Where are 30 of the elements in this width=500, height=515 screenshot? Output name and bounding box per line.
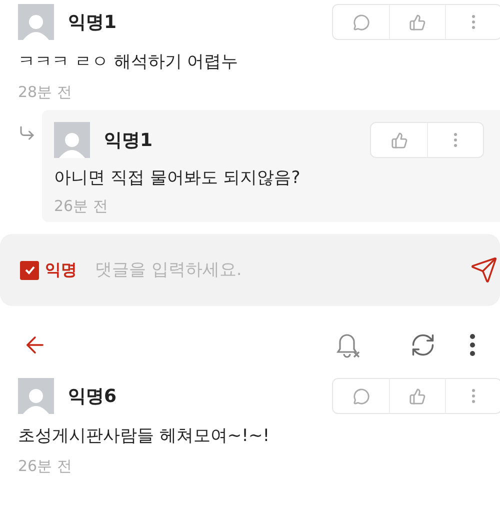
- more-icon: [470, 334, 475, 356]
- anonymous-label: 익명: [45, 260, 77, 280]
- avatar-icon: [59, 130, 85, 158]
- refresh-icon: [410, 332, 436, 358]
- refresh-button[interactable]: [410, 332, 436, 358]
- comment-time: 28분 전: [18, 83, 73, 102]
- send-icon: [470, 256, 498, 284]
- speech-bubble-icon: [352, 388, 370, 404]
- thumbs-up-icon: [409, 14, 426, 30]
- anonymous-checkbox[interactable]: [20, 260, 39, 280]
- comment-text: ㅋㅋㅋ ㄹㅇ 해석하기 어렵누: [18, 51, 240, 73]
- check-icon: [24, 264, 36, 276]
- more-icon: [454, 133, 457, 147]
- thumbs-up-icon: [409, 388, 426, 404]
- more-icon: [472, 389, 475, 403]
- more-icon: [472, 15, 475, 29]
- speech-bubble-icon: [352, 14, 370, 30]
- author-name: 익명6: [68, 385, 117, 408]
- comment-time: 26분 전: [18, 457, 73, 476]
- reply-arrow-icon: [18, 124, 36, 142]
- author-name: 익명1: [104, 129, 153, 152]
- author-name: 익명1: [68, 11, 117, 34]
- comment-time: 26분 전: [54, 197, 109, 216]
- comment-text: 초성게시판사람들 헤쳐모여~!~!: [18, 425, 271, 447]
- comment-input[interactable]: 댓글을 입력하세요.: [93, 259, 464, 281]
- avatar-icon: [23, 386, 49, 414]
- more-button[interactable]: [470, 334, 475, 356]
- avatar-icon: [23, 12, 49, 40]
- comment-text: 아니면 직접 물어봐도 되지않음?: [54, 167, 302, 189]
- thumbs-up-icon: [390, 132, 408, 148]
